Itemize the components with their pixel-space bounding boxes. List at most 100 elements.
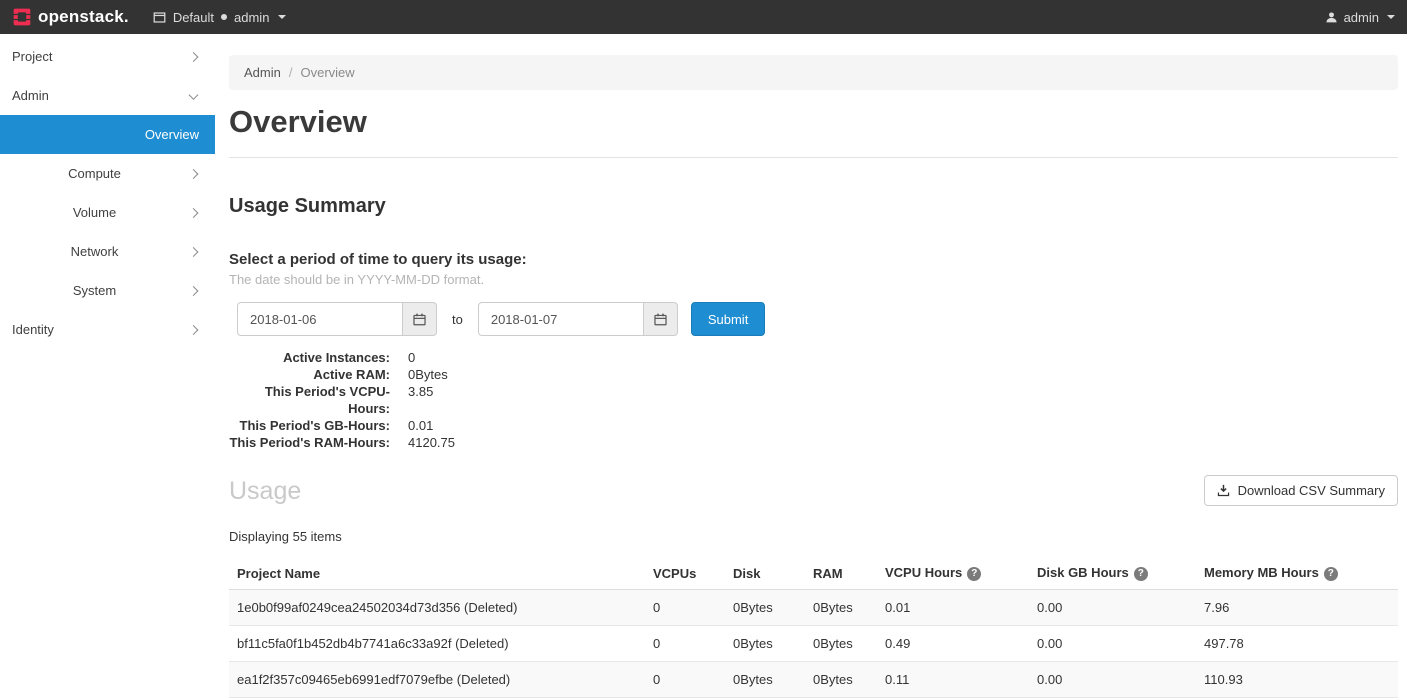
- date-from-input[interactable]: [237, 302, 403, 336]
- chevron-right-icon: [189, 52, 199, 62]
- caret-down-icon: [1387, 15, 1395, 19]
- cell-project-name: ea1f2f357c09465eb6991edf7079efbe (Delete…: [229, 662, 645, 698]
- download-csv-label: Download CSV Summary: [1238, 483, 1385, 498]
- date-format-hint: The date should be in YYYY-MM-DD format.: [229, 272, 1398, 287]
- stat-value: 4120.75: [408, 434, 455, 451]
- table-header-row: Project Name VCPUs Disk RAM VCPU Hours D…: [229, 557, 1398, 590]
- column-label: Project Name: [237, 566, 320, 581]
- cell-ram: 0Bytes: [805, 590, 877, 626]
- cell-vcpus: 0: [645, 590, 725, 626]
- help-icon[interactable]: [967, 567, 981, 581]
- cell-memory-mb-hours: 7.96: [1196, 590, 1398, 626]
- cell-disk-gb-hours: 0.00: [1029, 590, 1196, 626]
- help-icon[interactable]: [1324, 567, 1338, 581]
- date-from-group: [237, 302, 437, 336]
- date-range-prompt: Select a period of time to query its usa…: [229, 251, 1398, 268]
- cell-vcpus: 0: [645, 662, 725, 698]
- cell-disk: 0Bytes: [725, 662, 805, 698]
- usage-summary-heading: Usage Summary: [229, 195, 1398, 218]
- breadcrumb: Admin / Overview: [229, 55, 1398, 90]
- sidebar-item-overview[interactable]: Overview: [0, 115, 215, 154]
- column-vcpu-hours: VCPU Hours: [877, 557, 1029, 590]
- stat-value: 0.01: [408, 417, 433, 434]
- column-label: VCPU Hours: [885, 565, 962, 580]
- sidebar-item-label: System: [73, 283, 116, 298]
- sidebar-item-network[interactable]: Network: [0, 232, 215, 271]
- openstack-logo-icon: [12, 7, 32, 27]
- table-row: ea1f2f357c09465eb6991edf7079efbe (Delete…: [229, 662, 1398, 698]
- column-label: RAM: [813, 566, 843, 581]
- sidebar-item-admin[interactable]: Admin: [0, 76, 215, 115]
- usage-table-heading: Usage: [229, 477, 301, 506]
- sidebar-item-label: Identity: [12, 322, 54, 337]
- page-title: Overview: [229, 104, 1398, 140]
- stat-row: This Period's VCPU-Hours: 3.85: [229, 383, 1398, 417]
- stat-label: This Period's VCPU-Hours:: [229, 383, 390, 417]
- date-to-calendar-button[interactable]: [644, 302, 678, 336]
- sidebar-nav: Project Admin Overview Compute Volume Ne…: [0, 34, 215, 670]
- stat-row: Active Instances: 0: [229, 349, 1398, 366]
- download-csv-button[interactable]: Download CSV Summary: [1204, 475, 1398, 506]
- stat-row: This Period's GB-Hours: 0.01: [229, 417, 1398, 434]
- chevron-right-icon: [189, 247, 199, 257]
- stat-label: Active Instances:: [229, 349, 390, 366]
- cell-disk-gb-hours: 0.00: [1029, 662, 1196, 698]
- date-range-form: to Submit: [237, 302, 1398, 336]
- sidebar-item-label: Network: [71, 244, 119, 259]
- brand-text: openstack.: [38, 7, 129, 27]
- chevron-down-icon: [189, 90, 199, 100]
- sidebar-item-volume[interactable]: Volume: [0, 193, 215, 232]
- cell-memory-mb-hours: 497.78: [1196, 626, 1398, 662]
- sidebar-item-label: Compute: [68, 166, 121, 181]
- sidebar-item-compute[interactable]: Compute: [0, 154, 215, 193]
- domain-icon: [153, 11, 166, 24]
- help-icon[interactable]: [1134, 567, 1148, 581]
- sidebar-item-label: Admin: [12, 88, 49, 103]
- main-content: Admin / Overview Overview Usage Summary …: [215, 34, 1407, 670]
- calendar-icon: [413, 313, 426, 326]
- user-menu[interactable]: admin: [1325, 10, 1395, 25]
- cell-disk: 0Bytes: [725, 626, 805, 662]
- calendar-icon: [654, 313, 667, 326]
- column-ram: RAM: [805, 557, 877, 590]
- caret-down-icon: [278, 15, 286, 19]
- stat-row: This Period's RAM-Hours: 4120.75: [229, 434, 1398, 451]
- brand-link[interactable]: openstack.: [12, 7, 129, 27]
- chevron-right-icon: [189, 325, 199, 335]
- chevron-right-icon: [189, 169, 199, 179]
- column-label: Disk: [733, 566, 760, 581]
- sidebar-item-label: Overview: [145, 127, 199, 142]
- submit-button[interactable]: Submit: [691, 302, 765, 336]
- column-project-name: Project Name: [229, 557, 645, 590]
- column-label: VCPUs: [653, 566, 696, 581]
- user-name: admin: [1344, 10, 1379, 25]
- cell-project-name: 1e0b0f99af0249cea24502034d73d356 (Delete…: [229, 590, 645, 626]
- column-label: Memory MB Hours: [1204, 565, 1319, 580]
- column-label: Disk GB Hours: [1037, 565, 1129, 580]
- stat-label: This Period's RAM-Hours:: [229, 434, 390, 451]
- stat-row: Active RAM: 0Bytes: [229, 366, 1398, 383]
- stat-label: This Period's GB-Hours:: [229, 417, 390, 434]
- table-row: bf11c5fa0f1b452db4b7741a6c33a92f (Delete…: [229, 626, 1398, 662]
- domain-project-switcher[interactable]: Default admin: [153, 10, 287, 25]
- sidebar-item-label: Volume: [73, 205, 116, 220]
- stat-value: 0Bytes: [408, 366, 448, 383]
- breadcrumb-admin-link[interactable]: Admin: [244, 65, 281, 80]
- sidebar-item-system[interactable]: System: [0, 271, 215, 310]
- items-count: Displaying 55 items: [229, 529, 1398, 544]
- column-memory-mb-hours: Memory MB Hours: [1196, 557, 1398, 590]
- cell-ram: 0Bytes: [805, 662, 877, 698]
- stat-value: 0: [408, 349, 415, 366]
- title-divider: [229, 157, 1398, 158]
- table-row: 1e0b0f99af0249cea24502034d73d356 (Delete…: [229, 590, 1398, 626]
- sidebar-item-project[interactable]: Project: [0, 37, 215, 76]
- date-from-calendar-button[interactable]: [403, 302, 437, 336]
- user-icon: [1325, 11, 1338, 24]
- column-vcpus: VCPUs: [645, 557, 725, 590]
- sidebar-item-identity[interactable]: Identity: [0, 310, 215, 349]
- stat-label: Active RAM:: [229, 366, 390, 383]
- to-label: to: [452, 312, 463, 327]
- cell-project-name: bf11c5fa0f1b452db4b7741a6c33a92f (Delete…: [229, 626, 645, 662]
- date-to-input[interactable]: [478, 302, 644, 336]
- context-project: admin: [234, 10, 269, 25]
